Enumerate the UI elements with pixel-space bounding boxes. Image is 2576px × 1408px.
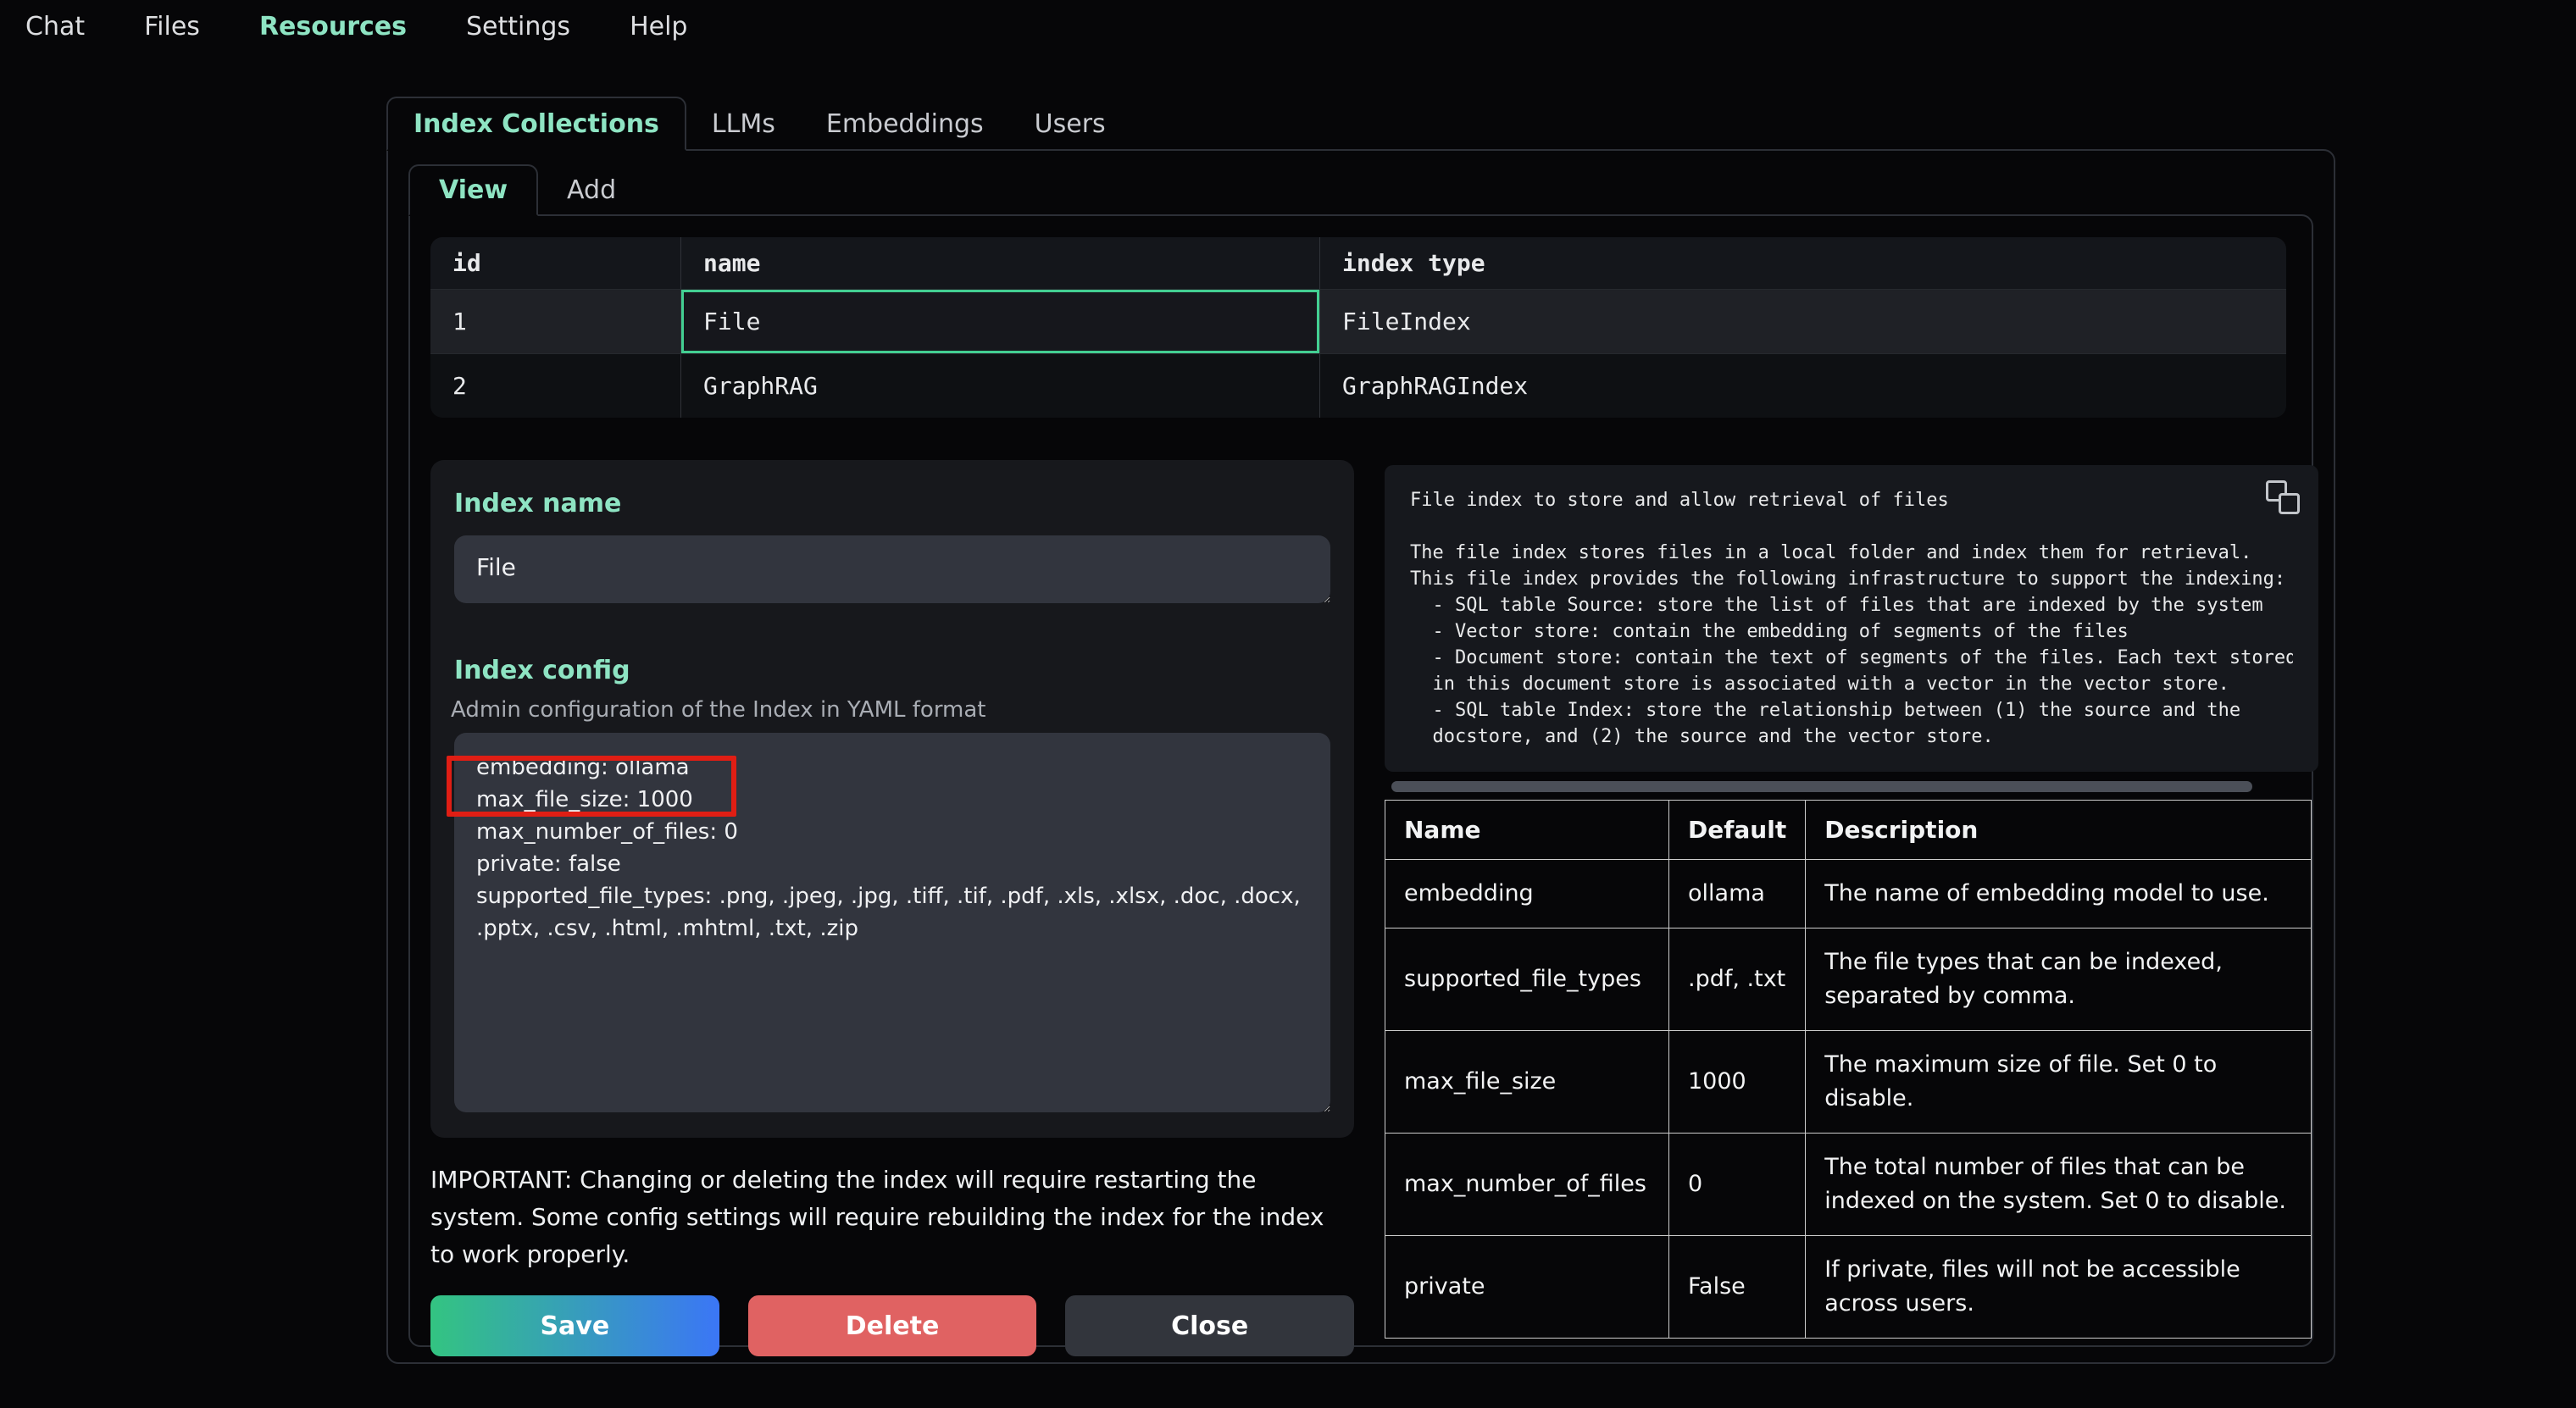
resources-panel: Index Collections LLMs Embeddings Users … — [386, 97, 2335, 1364]
nav-item-files[interactable]: Files — [144, 12, 200, 42]
params-column-default: Default — [1669, 801, 1806, 860]
view-tab-body: id name index type 1 File FileIndex 2 Gr… — [408, 214, 2313, 1347]
param-default: 0 — [1669, 1134, 1806, 1236]
param-default: 1000 — [1669, 1031, 1806, 1134]
column-header-index-type: index type — [1320, 237, 2286, 289]
cell-name[interactable]: GraphRAG — [681, 354, 1320, 418]
cell-id[interactable]: 2 — [430, 354, 681, 418]
docstring-card: File index to store and allow retrieval … — [1385, 465, 2318, 772]
params-header-row: Name Default Description — [1385, 801, 2312, 860]
nav-item-help[interactable]: Help — [630, 12, 687, 42]
param-name: supported_file_types — [1385, 929, 1669, 1031]
params-column-name: Name — [1385, 801, 1669, 860]
index-config-help: Admin configuration of the Index in YAML… — [451, 697, 1330, 723]
index-name-label: Index name — [454, 489, 1330, 518]
index-help-panel: File index to store and allow retrieval … — [1385, 460, 2318, 1356]
param-name: max_number_of_files — [1385, 1134, 1669, 1236]
index-config-input[interactable]: embedding: ollama max_file_size: 1000 ma… — [454, 733, 1330, 1112]
param-name: max_file_size — [1385, 1031, 1669, 1134]
cell-index-type[interactable]: FileIndex — [1320, 290, 2286, 353]
params-row: supported_file_types .pdf, .txt The file… — [1385, 929, 2312, 1031]
horizontal-scrollbar[interactable] — [1391, 781, 2252, 792]
table-row: 2 GraphRAG GraphRAGIndex — [430, 353, 2286, 418]
param-description: The maximum size of file. Set 0 to disab… — [1806, 1031, 2312, 1134]
params-table: Name Default Description embedding ollam… — [1385, 800, 2312, 1339]
params-column-description: Description — [1806, 801, 2312, 860]
param-name: private — [1385, 1236, 1669, 1339]
column-header-id: id — [430, 237, 681, 289]
nav-item-resources[interactable]: Resources — [259, 12, 407, 42]
cell-name-selected[interactable]: File — [681, 290, 1320, 353]
index-name-input[interactable]: File — [454, 535, 1330, 603]
param-default: .pdf, .txt — [1669, 929, 1806, 1031]
param-default: False — [1669, 1236, 1806, 1339]
close-button[interactable]: Close — [1065, 1295, 1354, 1356]
param-name: embedding — [1385, 860, 1669, 929]
tab-index-collections[interactable]: Index Collections — [386, 97, 686, 151]
index-collections-table: id name index type 1 File FileIndex 2 Gr… — [430, 237, 2286, 418]
docstring-text: File index to store and allow retrieval … — [1410, 487, 2293, 750]
index-config-label: Index config — [454, 656, 1330, 685]
param-default: ollama — [1669, 860, 1806, 929]
tab-embeddings[interactable]: Embeddings — [801, 97, 1009, 151]
table-header-row: id name index type — [430, 237, 2286, 289]
copy-icon[interactable] — [2266, 480, 2300, 514]
tab-add[interactable]: Add — [538, 164, 645, 216]
delete-button[interactable]: Delete — [748, 1295, 1037, 1356]
important-note: IMPORTANT: Changing or deleting the inde… — [430, 1161, 1346, 1273]
param-description: The file types that can be indexed, sepa… — [1806, 929, 2312, 1031]
tab-users[interactable]: Users — [1009, 97, 1131, 151]
cell-id[interactable]: 1 — [430, 290, 681, 353]
params-row: max_number_of_files 0 The total number o… — [1385, 1134, 2312, 1236]
params-row: private False If private, files will not… — [1385, 1236, 2312, 1339]
table-row: 1 File FileIndex — [430, 289, 2286, 353]
view-add-tabbar: View Add — [408, 164, 2313, 216]
tab-view[interactable]: View — [408, 164, 538, 216]
action-buttons: Save Delete Close — [430, 1295, 1354, 1356]
copy-icon-front-square — [2279, 493, 2300, 514]
param-description: If private, files will not be accessible… — [1806, 1236, 2312, 1339]
form-card: Index name File Index config Admin confi… — [430, 460, 1354, 1138]
index-collections-body: View Add id name index type 1 File FileI… — [386, 149, 2335, 1364]
param-description: The name of embedding model to use. — [1806, 860, 2312, 929]
tab-llms[interactable]: LLMs — [686, 97, 801, 151]
nav-item-settings[interactable]: Settings — [466, 12, 570, 42]
save-button[interactable]: Save — [430, 1295, 719, 1356]
param-description: The total number of files that can be in… — [1806, 1134, 2312, 1236]
cell-index-type[interactable]: GraphRAGIndex — [1320, 354, 2286, 418]
top-navigation: Chat Files Resources Settings Help — [0, 0, 2576, 53]
index-edit-form: Index name File Index config Admin confi… — [430, 460, 1354, 1356]
resources-tabbar: Index Collections LLMs Embeddings Users — [386, 97, 2335, 151]
content-columns: Index name File Index config Admin confi… — [430, 460, 2286, 1356]
nav-item-chat[interactable]: Chat — [25, 12, 85, 42]
params-row: max_file_size 1000 The maximum size of f… — [1385, 1031, 2312, 1134]
column-header-name: name — [681, 237, 1320, 289]
params-row: embedding ollama The name of embedding m… — [1385, 860, 2312, 929]
